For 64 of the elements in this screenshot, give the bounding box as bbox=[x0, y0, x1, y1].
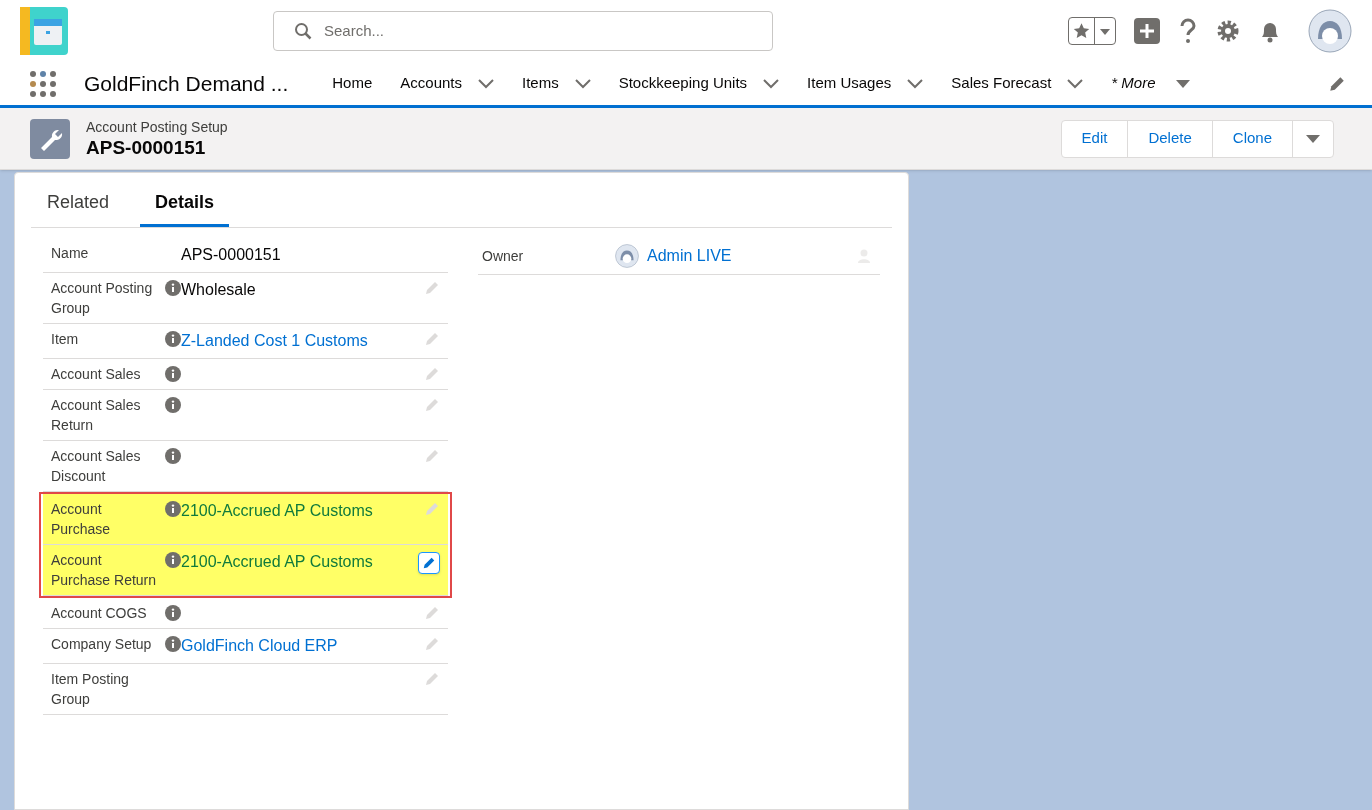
field-link[interactable]: 2100-Accrued AP Customs bbox=[181, 502, 373, 519]
info-icon bbox=[165, 605, 181, 621]
nav-tab[interactable]: * More bbox=[1111, 72, 1156, 95]
search-field[interactable]: Search... bbox=[273, 11, 773, 51]
nav-tab[interactable]: Home bbox=[332, 72, 373, 95]
edit-nav-icon[interactable] bbox=[1328, 74, 1346, 93]
field-link[interactable]: 2100-Accrued AP Customs bbox=[181, 553, 373, 570]
field-value: APS-0000151 bbox=[181, 246, 281, 263]
field-label: Item bbox=[51, 330, 80, 349]
chevron-down-icon[interactable] bbox=[763, 78, 780, 89]
edit-field-button[interactable] bbox=[418, 552, 440, 574]
field-value: Wholesale bbox=[181, 281, 256, 298]
object-type: Account Posting Setup bbox=[86, 117, 229, 136]
owner-link[interactable]: Admin LIVE bbox=[647, 244, 856, 268]
action-button[interactable]: Delete bbox=[1128, 120, 1213, 157]
record-tab[interactable]: Details bbox=[140, 189, 230, 227]
search-input[interactable]: Search... bbox=[324, 19, 752, 43]
field-label: Account Sales bbox=[51, 365, 142, 384]
nav-tab[interactable]: Item Usages bbox=[807, 72, 892, 95]
info-icon bbox=[165, 501, 181, 517]
field-link[interactable]: Z-Landed Cost 1 Customs bbox=[181, 332, 368, 349]
chevron-down-icon[interactable] bbox=[1067, 78, 1084, 89]
field-link[interactable]: GoldFinch Cloud ERP bbox=[181, 637, 338, 654]
field-label: Item Posting Group bbox=[51, 670, 130, 709]
info-icon bbox=[165, 397, 181, 413]
info-icon bbox=[165, 552, 181, 568]
field-label: Account Posting Group bbox=[51, 279, 154, 318]
field-label: Owner bbox=[482, 246, 525, 266]
info-icon bbox=[165, 448, 181, 464]
wrench-icon bbox=[30, 118, 70, 159]
info-icon bbox=[165, 331, 181, 347]
nav-tab[interactable]: Items bbox=[522, 72, 559, 95]
field-label: Account COGS bbox=[51, 604, 148, 623]
user-avatar bbox=[615, 244, 639, 268]
info-icon bbox=[165, 636, 181, 652]
record-tab[interactable]: Related bbox=[46, 189, 111, 227]
pencil-icon bbox=[422, 556, 436, 570]
chevron-down-icon[interactable] bbox=[574, 78, 591, 89]
field-label: Name bbox=[51, 244, 90, 263]
chevron-down-icon[interactable] bbox=[907, 78, 924, 89]
app-launcher-icon[interactable] bbox=[30, 70, 56, 97]
settings-icon[interactable] bbox=[1216, 19, 1240, 43]
action-button[interactable]: Clone bbox=[1212, 120, 1293, 157]
info-icon bbox=[165, 366, 181, 382]
user-avatar[interactable] bbox=[1308, 9, 1352, 53]
favorites-button[interactable] bbox=[1068, 17, 1116, 45]
field-label: Account Sales Return bbox=[51, 396, 142, 435]
chevron-down-icon[interactable] bbox=[478, 78, 494, 89]
caret-icon[interactable] bbox=[1175, 78, 1190, 89]
field-label: Account Purchase bbox=[51, 500, 112, 539]
nav-tab[interactable]: Stockkeeping Units bbox=[618, 72, 748, 95]
field-label: Account Purchase Return bbox=[51, 551, 157, 590]
caret-icon bbox=[1306, 133, 1320, 144]
help-icon[interactable] bbox=[1178, 18, 1198, 44]
nav-tab[interactable]: Accounts bbox=[400, 72, 462, 95]
app-name: GoldFinch Demand ... bbox=[84, 70, 289, 97]
add-icon[interactable] bbox=[1134, 18, 1160, 44]
search-icon bbox=[294, 22, 312, 40]
field-label: Company Setup bbox=[51, 635, 153, 654]
field-label: Account Sales Discount bbox=[51, 447, 142, 486]
nav-tab[interactable]: Sales Forecast bbox=[951, 72, 1052, 95]
record-title: APS-0000151 bbox=[86, 135, 207, 160]
info-icon bbox=[165, 280, 181, 296]
action-button[interactable]: Edit bbox=[1061, 120, 1129, 157]
